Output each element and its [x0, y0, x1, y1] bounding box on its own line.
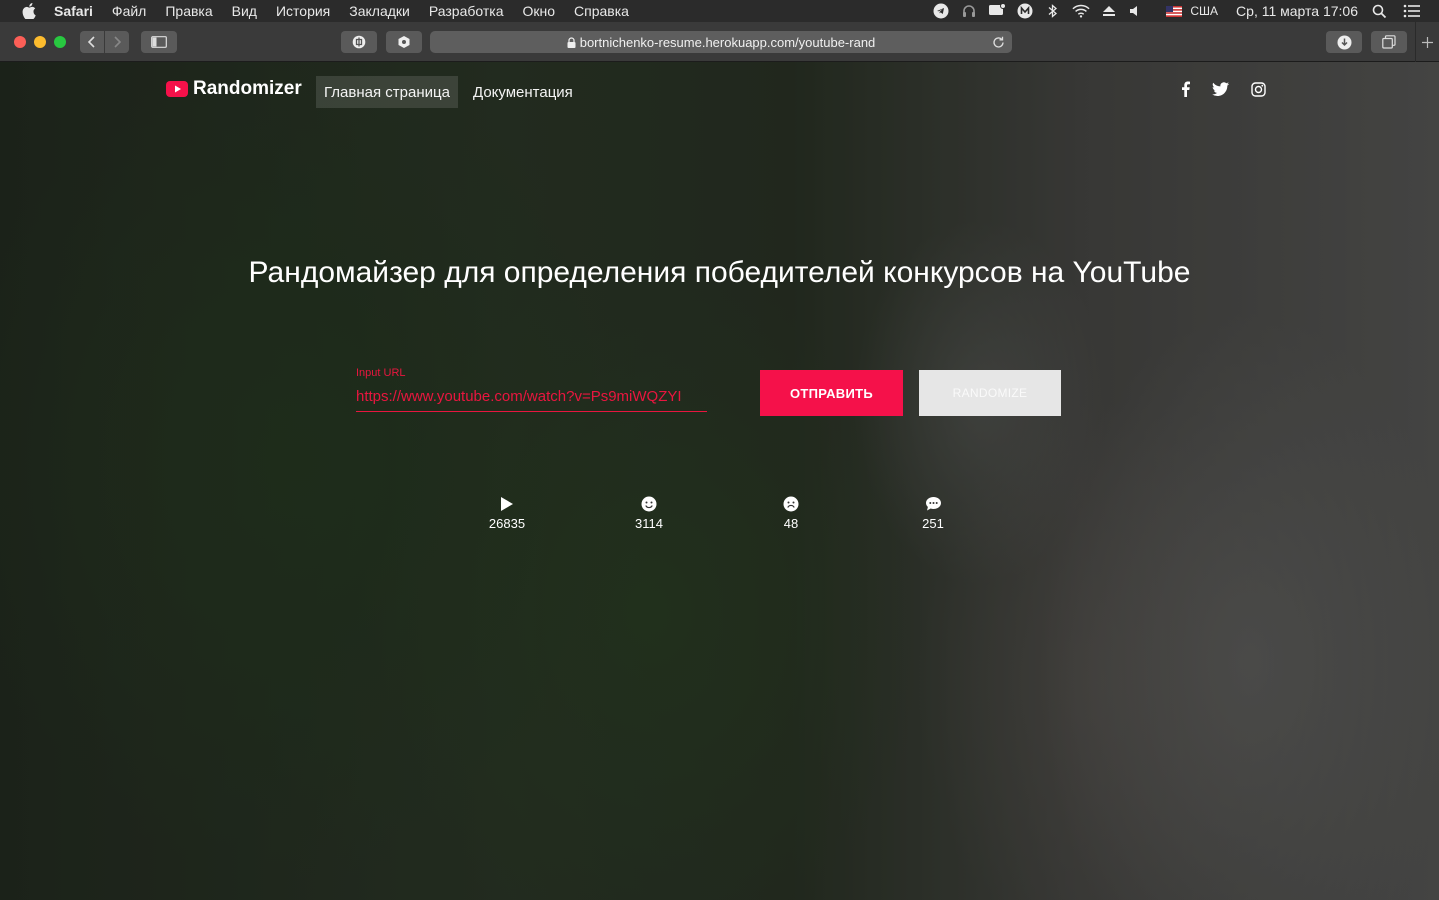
menu-history[interactable]: История	[276, 3, 330, 19]
site-logo[interactable]: Randomizer	[166, 78, 302, 100]
chevron-right-icon	[114, 36, 122, 48]
randomize-button[interactable]: RANDOMIZE	[919, 370, 1061, 416]
menu-help[interactable]: Справка	[574, 3, 629, 19]
menu-edit[interactable]: Правка	[165, 3, 212, 19]
menu-file[interactable]: Файл	[112, 3, 146, 19]
minimize-window-button[interactable]	[34, 36, 46, 48]
stat-comments: 251	[893, 495, 973, 531]
us-flag-icon[interactable]	[1165, 2, 1183, 20]
facebook-icon[interactable]	[1175, 79, 1195, 99]
youtube-logo-icon	[166, 81, 188, 97]
spotlight-search-icon[interactable]	[1370, 2, 1388, 20]
instagram-icon[interactable]	[1248, 79, 1268, 99]
apple-icon[interactable]	[20, 2, 38, 20]
url-input-label: Input URL	[356, 367, 406, 379]
url-input[interactable]	[356, 382, 707, 412]
clock[interactable]: Ср, 11 марта 17:06	[1236, 3, 1358, 19]
twitter-icon[interactable]	[1210, 79, 1230, 99]
stat-dislikes-value: 48	[783, 516, 799, 531]
frown-icon	[782, 495, 800, 513]
wifi-icon[interactable]	[1072, 2, 1090, 20]
smile-icon	[640, 495, 658, 513]
sidebar-toggle-button[interactable]	[141, 31, 177, 53]
send-button[interactable]: ОТПРАВИТЬ	[760, 370, 903, 416]
shield-extension-icon	[352, 35, 366, 49]
play-icon	[498, 495, 516, 513]
lock-icon	[567, 36, 576, 48]
chevron-left-icon	[87, 36, 95, 48]
stat-likes: 3114	[609, 495, 689, 531]
tabs-overview-button[interactable]	[1371, 31, 1407, 53]
input-source-label[interactable]: США	[1190, 4, 1218, 18]
hexagon-extension-icon	[398, 36, 410, 48]
macos-menu-bar: Safari Файл Правка Вид История Закладки …	[0, 0, 1439, 22]
back-button[interactable]	[80, 31, 104, 53]
sidebar-icon	[151, 36, 167, 48]
close-window-button[interactable]	[14, 36, 26, 48]
menu-bookmarks[interactable]: Закладки	[349, 3, 410, 19]
extension-button-2[interactable]	[386, 31, 422, 53]
stat-dislikes: 48	[751, 495, 831, 531]
notifications-icon[interactable]	[988, 2, 1007, 20]
stat-likes-value: 3114	[635, 516, 663, 531]
comment-icon	[924, 495, 942, 513]
reload-icon[interactable]	[990, 34, 1006, 50]
fullscreen-window-button[interactable]	[54, 36, 66, 48]
menu-view[interactable]: Вид	[232, 3, 257, 19]
address-text: bortnichenko-resume.herokuapp.com/youtub…	[579, 34, 876, 50]
notification-center-icon[interactable]	[1403, 2, 1421, 20]
nav-home[interactable]: Главная страница	[316, 76, 458, 108]
menu-app-safari[interactable]: Safari	[54, 3, 93, 19]
browser-toolbar: bortnichenko-resume.herokuapp.com/youtub…	[0, 22, 1439, 62]
plus-icon	[1422, 36, 1433, 48]
download-icon	[1337, 35, 1351, 49]
forward-button[interactable]	[105, 31, 129, 53]
volume-icon[interactable]	[1128, 2, 1146, 20]
bluetooth-icon[interactable]	[1044, 2, 1062, 20]
stat-comments-value: 251	[922, 516, 944, 531]
eject-icon[interactable]	[1100, 2, 1118, 20]
menu-develop[interactable]: Разработка	[429, 3, 504, 19]
tabs-icon	[1382, 35, 1396, 49]
downloads-button[interactable]	[1326, 31, 1362, 53]
stat-views: 26835	[467, 495, 547, 531]
stat-views-value: 26835	[488, 516, 526, 531]
web-page: Randomizer Главная страница Документация…	[0, 62, 1439, 900]
telegram-icon[interactable]	[932, 2, 950, 20]
headphones-icon[interactable]	[960, 2, 978, 20]
address-bar[interactable]: bortnichenko-resume.herokuapp.com/youtub…	[430, 31, 1012, 53]
menu-window[interactable]: Окно	[522, 3, 555, 19]
extension-button[interactable]	[341, 31, 377, 53]
app-m-icon[interactable]	[1016, 2, 1034, 20]
new-tab-button[interactable]	[1415, 22, 1439, 62]
nav-docs[interactable]: Документация	[465, 76, 581, 108]
page-headline: Рандомайзер для определения победителей …	[248, 256, 1191, 289]
brand-name: Randomizer	[193, 78, 302, 99]
